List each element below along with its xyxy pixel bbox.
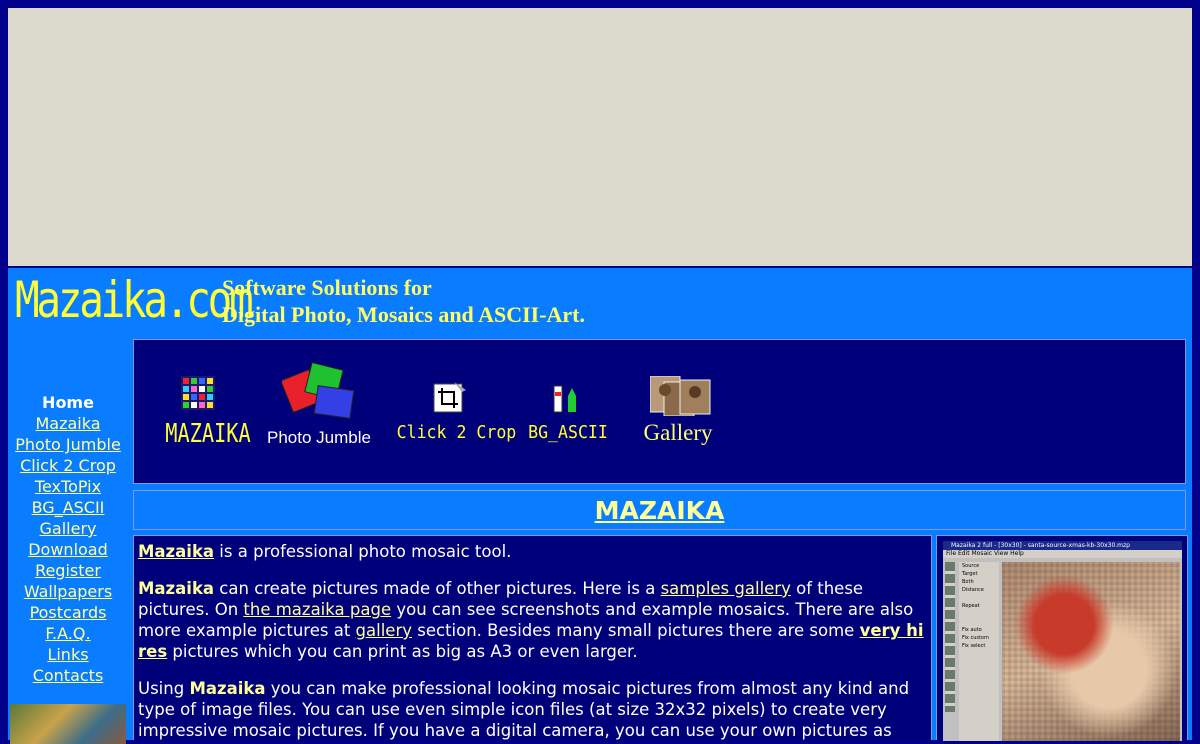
main-text-panel: Mazaika is a professional photo mosaic t… [133,535,932,740]
nav-item-textopix[interactable]: TexToPix [8,476,128,497]
product-bg-ascii-label: BG_ASCII [528,422,608,443]
mazaika-page-link[interactable]: the mazaika page [243,600,391,619]
sidebar-nav: Home Mazaika Photo Jumble Click 2 Crop T… [8,392,128,686]
site-logo[interactable]: Mazaika.com [15,268,254,332]
screenshot-menubar: File Edit Mosaic View Help [943,550,1182,558]
samples-gallery-link[interactable]: samples gallery [661,579,791,598]
nav-item-bg-ascii[interactable]: BG_ASCII [8,497,128,518]
nav-item-wallpapers[interactable]: Wallpapers [8,581,128,602]
nav-item-mazaika[interactable]: Mazaika [8,413,128,434]
product-bg-ascii[interactable]: BG_ASCII [522,358,614,448]
site-tagline: Software Solutions for Digital Photo, Mo… [222,274,585,328]
product-click-2-crop-label: Click 2 Crop [396,422,517,443]
nav-item-download[interactable]: Download [8,539,128,560]
product-photo-jumble-label: Photo Jumble [267,428,371,447]
product-mazaika-label: MAZAIKA [165,419,251,449]
crop-icon [433,382,466,413]
nav-item-click-2-crop[interactable]: Click 2 Crop [8,455,128,476]
tagline-line-1: Software Solutions for [222,275,432,300]
nav-item-links[interactable]: Links [8,644,128,665]
screenshot-options: Source Target Both Distance Repeat Fix a… [959,562,999,741]
mazaika-link[interactable]: Mazaika [138,542,214,561]
product-click-2-crop[interactable]: Click 2 Crop [392,358,517,448]
gallery-link[interactable]: gallery [356,621,412,640]
nav-item-postcards[interactable]: Postcards [8,602,128,623]
mazaika-app-screenshot[interactable]: Mazaika 2 full - [30x30] - santa-source-… [943,541,1182,741]
paragraph-intro: Mazaika is a professional photo mosaic t… [138,542,512,561]
photo-jumble-icon [282,362,355,419]
sidebar: Home Mazaika Photo Jumble Click 2 Crop T… [8,332,128,744]
sidebar-mosaic-thumbnail[interactable] [10,704,126,744]
bg-ascii-icon [553,385,576,413]
paragraph-usage: Using Mazaika you can make professional … [138,679,910,740]
advertisement-area [8,8,1192,266]
section-title-link[interactable]: MAZAIKA [595,496,725,525]
product-gallery-label: Gallery [643,420,713,445]
mazaika-grid-icon [181,376,215,410]
screenshot-mosaic-image [1002,562,1180,741]
product-mazaika[interactable]: MAZAIKA [156,358,251,449]
nav-item-gallery[interactable]: Gallery [8,518,128,539]
paragraph-description: Mazaika can create pictures made of othe… [138,579,924,661]
nav-item-photo-jumble[interactable]: Photo Jumble [8,434,128,455]
tagline-line-2: Digital Photo, Mosaics and ASCII-Art. [222,302,586,327]
nav-item-faq[interactable]: F.A.Q. [8,623,128,644]
screenshot-panel: Mazaika 2 full - [30x30] - santa-source-… [936,535,1188,741]
product-icon-bar: MAZAIKA Photo Jumble Click 2 Crop BG_ASC… [133,339,1186,484]
screenshot-toolbar [945,562,955,712]
product-photo-jumble[interactable]: Photo Jumble [264,358,374,448]
nav-item-home: Home [42,393,94,412]
nav-item-register[interactable]: Register [8,560,128,581]
section-header: MAZAIKA [133,490,1186,530]
product-gallery[interactable]: Gallery [632,358,724,448]
nav-item-contacts[interactable]: Contacts [8,665,128,686]
header-banner: Mazaika.com Software Solutions for Digit… [8,268,1192,332]
gallery-portraits-icon [650,376,711,416]
screenshot-titlebar: Mazaika 2 full - [30x30] - santa-source-… [943,541,1182,550]
